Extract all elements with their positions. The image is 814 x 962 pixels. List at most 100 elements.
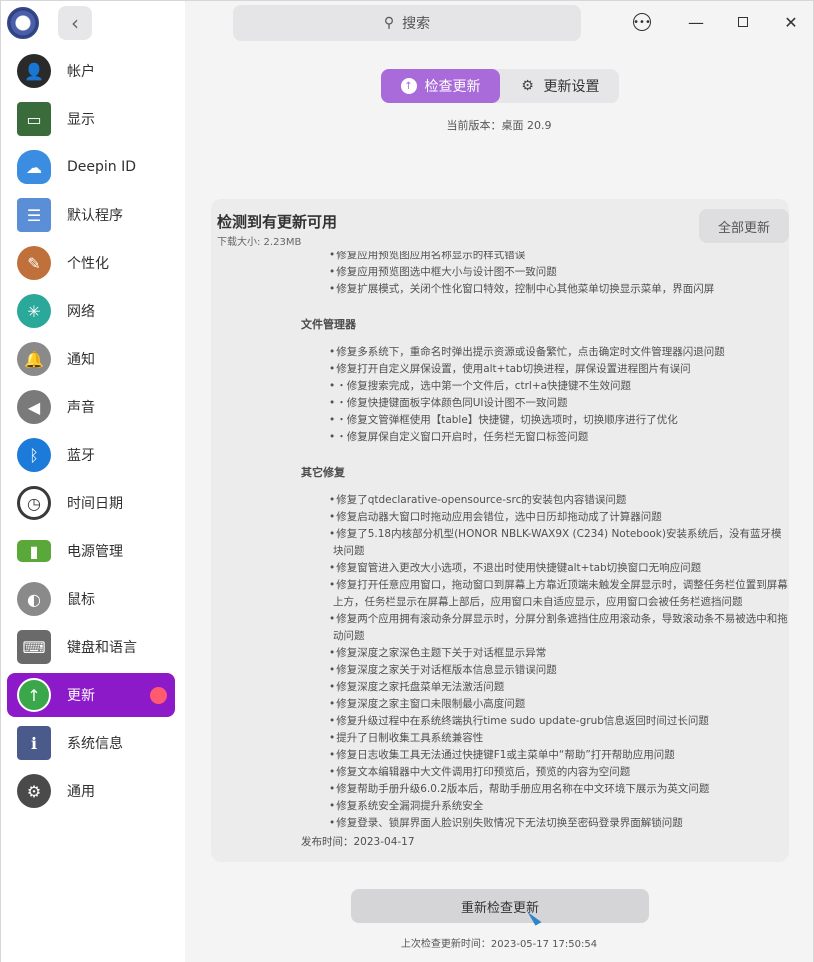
note-line: 修复系统安全漏洞提升系统安全 xyxy=(299,798,789,815)
sidebar-item-label: 声音 xyxy=(67,400,95,416)
note-line: 修复启动器大窗口时拖动应用会错位，选中日历却拖动成了计算器问题 xyxy=(299,509,789,526)
palette-icon: ✎ xyxy=(17,246,51,280)
sidebar-item-keyboard[interactable]: ⌨ 键盘和语言 xyxy=(7,625,175,669)
minimize-icon: — xyxy=(688,12,704,32)
back-button[interactable]: ‹ xyxy=(58,6,92,40)
note-line: ・修复快捷键面板字体颜色同UI设计图不一致问题 xyxy=(299,395,789,412)
note-line: 修复了qtdeclarative-opensource-src的安装包内容错误问… xyxy=(299,492,789,509)
maximize-icon xyxy=(738,17,748,27)
bluetooth-icon: ᛒ xyxy=(17,438,51,472)
sidebar-item-deepin-id[interactable]: ☁ Deepin ID xyxy=(7,145,175,189)
note-line: 修复文本编辑器中大文件调用打印预览后，预览的内容为空问题 xyxy=(299,764,789,781)
note-line: 修复了5.18内核部分机型(HONOR NBLK-WAX9X (C234) No… xyxy=(299,526,789,560)
tab-check-update[interactable]: ↑ 检查更新 xyxy=(381,69,500,103)
sidebar-item-notification[interactable]: 🔔 通知 xyxy=(7,337,175,381)
note-line: ・修复文管弹框使用【table】快捷键，切换选项时，切换顺序进行了优化 xyxy=(299,412,789,429)
sidebar-item-label: 更新 xyxy=(67,688,95,704)
note-line: 修复深度之家关于对话框版本信息显示错误问题 xyxy=(299,662,789,679)
note-line: 修复升级过程中在系统终端执行time sudo update-grub信息返回时… xyxy=(299,713,789,730)
search-placeholder: 搜索 xyxy=(402,16,431,32)
update-tabs: ↑ 检查更新 ⚙ 更新设置 xyxy=(381,69,619,103)
sidebar-item-update[interactable]: ↑ 更新 xyxy=(7,673,175,717)
sidebar-item-datetime[interactable]: ◷ 时间日期 xyxy=(7,481,175,525)
sidebar-item-system-info[interactable]: ℹ 系统信息 xyxy=(7,721,175,765)
release-notes-scroll[interactable]: 修复应用预览图应用名称显示的样式错误 修复应用预览图选中框大小与设计图不一致问题… xyxy=(299,251,789,859)
recheck-update-button[interactable]: 重新检查更新 xyxy=(351,889,649,923)
sidebar-item-display[interactable]: ▭ 显示 xyxy=(7,97,175,141)
sidebar-item-label: 键盘和语言 xyxy=(67,640,137,656)
sidebar-item-label: 显示 xyxy=(67,112,95,128)
sidebar-nav: 👤 帐户 ▭ 显示 ☁ Deepin ID ☰ 默认程序 ✎ 个性化 ✳ 网络 xyxy=(7,49,175,817)
tab-update-settings[interactable]: ⚙ 更新设置 xyxy=(500,69,619,103)
sidebar-item-account[interactable]: 👤 帐户 xyxy=(7,49,175,93)
note-line: 修复登录、锁屏界面人脸识别失败情况下无法切换至密码登录界面解锁问题 xyxy=(299,815,789,832)
sidebar-item-personalization[interactable]: ✎ 个性化 xyxy=(7,241,175,285)
sidebar-item-bluetooth[interactable]: ᛒ 蓝牙 xyxy=(7,433,175,477)
clock-icon: ◷ xyxy=(17,486,51,520)
mouse-icon: ◐ xyxy=(17,582,51,616)
sidebar: ‹ 👤 帐户 ▭ 显示 ☁ Deepin ID ☰ 默认程序 ✎ 个性化 ✳ 网… xyxy=(1,1,185,962)
search-input[interactable]: ⚲ 搜索 xyxy=(233,5,581,41)
default-apps-icon: ☰ xyxy=(17,198,51,232)
sidebar-item-label: Deepin ID xyxy=(67,159,137,175)
last-check-time: 上次检查更新时间：2023-05-17 17:50:54 xyxy=(400,939,598,950)
gear-icon: ⚙ xyxy=(521,78,534,94)
account-icon: 👤 xyxy=(17,54,51,88)
note-line: 提升了日制收集工具系统兼容性 xyxy=(299,730,789,747)
note-line: 修复应用预览图选中框大小与设计图不一致问题 xyxy=(299,264,789,281)
sidebar-item-label: 电源管理 xyxy=(67,544,123,560)
note-line: 修复深度之家托盘菜单无法激活问题 xyxy=(299,679,789,696)
sidebar-item-label: 通知 xyxy=(67,352,95,368)
note-line: 修复打开任意应用窗口，拖动窗口到屏幕上方靠近顶端未触发全屏显示时，调整任务栏位置… xyxy=(299,577,789,611)
note-line: ・修复屏保自定义窗口开启时，任务栏无窗口标签问题 xyxy=(299,429,789,446)
sidebar-item-general[interactable]: ⚙ 通用 xyxy=(7,769,175,813)
bell-icon: 🔔 xyxy=(17,342,51,376)
note-line: 修复帮助手册升级6.0.2版本后，帮助手册应用名称在中文环境下展示为英文问题 xyxy=(299,781,789,798)
speaker-icon: ◀ xyxy=(17,390,51,424)
minimize-button[interactable]: — xyxy=(683,9,709,35)
note-line: 修复两个应用拥有滚动条分屏显示时，分屏分割条遮挡住应用滚动条，导致滚动条不易被选… xyxy=(299,611,789,645)
sidebar-item-label: 个性化 xyxy=(67,256,109,272)
release-notes: 修复应用预览图应用名称显示的样式错误 修复应用预览图选中框大小与设计图不一致问题… xyxy=(299,251,789,849)
menu-button[interactable]: ••• xyxy=(629,9,655,35)
upload-arrow-icon: ↑ xyxy=(400,78,417,94)
control-center-window: ‹ 👤 帐户 ▭ 显示 ☁ Deepin ID ☰ 默认程序 ✎ 个性化 ✳ 网… xyxy=(0,0,814,962)
update-card: 检测到有更新可用 下载大小: 2.23MB 全部更新 修复应用预览图应用名称显示… xyxy=(211,199,789,862)
sidebar-item-mouse[interactable]: ◐ 鼠标 xyxy=(7,577,175,621)
battery-icon: ▮ xyxy=(17,540,51,562)
sidebar-item-network[interactable]: ✳ 网络 xyxy=(7,289,175,333)
note-line: ・修复搜索完成，选中第一个文件后，ctrl+a快捷键不生效问题 xyxy=(299,378,789,395)
section-title: 其它修复 xyxy=(301,466,345,479)
sidebar-item-label: 网络 xyxy=(67,304,95,320)
sidebar-item-label: 帐户 xyxy=(67,64,95,80)
current-version: 当前版本：桌面 20.9 xyxy=(446,119,552,132)
tab-label: 检查更新 xyxy=(424,79,481,95)
display-icon: ▭ xyxy=(17,102,51,136)
note-line: 修复深度之家深色主题下关于对话框显示异常 xyxy=(299,645,789,662)
close-button[interactable]: ✕ xyxy=(778,9,804,35)
sidebar-item-sound[interactable]: ◀ 声音 xyxy=(7,385,175,429)
update-title: 检测到有更新可用 xyxy=(217,213,338,231)
sidebar-item-label: 默认程序 xyxy=(67,208,123,224)
sidebar-item-label: 鼠标 xyxy=(67,592,95,608)
sidebar-item-default-apps[interactable]: ☰ 默认程序 xyxy=(7,193,175,237)
maximize-button[interactable] xyxy=(730,9,756,35)
more-options-icon: ••• xyxy=(633,13,651,31)
sidebar-item-label: 系统信息 xyxy=(67,736,123,752)
system-info-icon: ℹ xyxy=(17,726,51,760)
update-page: ↑ 检查更新 ⚙ 更新设置 当前版本：桌面 20.9 检测到有更新可用 下载大小… xyxy=(185,45,813,962)
chevron-left-icon: ‹ xyxy=(71,11,79,35)
close-icon: ✕ xyxy=(784,12,798,32)
note-line: 修复日志收集工具无法通过快捷键F1或主菜单中“帮助”打开帮助应用问题 xyxy=(299,747,789,764)
update-all-button[interactable]: 全部更新 xyxy=(699,209,789,243)
publish-date: 发布时间：2023-04-17 xyxy=(301,836,415,848)
sidebar-item-power[interactable]: ▮ 电源管理 xyxy=(7,529,175,573)
keyboard-icon: ⌨ xyxy=(17,630,51,664)
search-icon: ⚲ xyxy=(383,15,395,31)
sidebar-item-label: 蓝牙 xyxy=(67,448,95,464)
note-line: 修复应用预览图应用名称显示的样式错误 xyxy=(299,251,789,264)
update-badge-dot xyxy=(150,687,167,704)
control-center-logo-icon xyxy=(7,7,39,39)
note-line: 修复窗管进入更改大小选项，不退出时使用快捷键alt+tab切换窗口无响应问题 xyxy=(299,560,789,577)
update-arrow-icon: ↑ xyxy=(17,678,51,712)
